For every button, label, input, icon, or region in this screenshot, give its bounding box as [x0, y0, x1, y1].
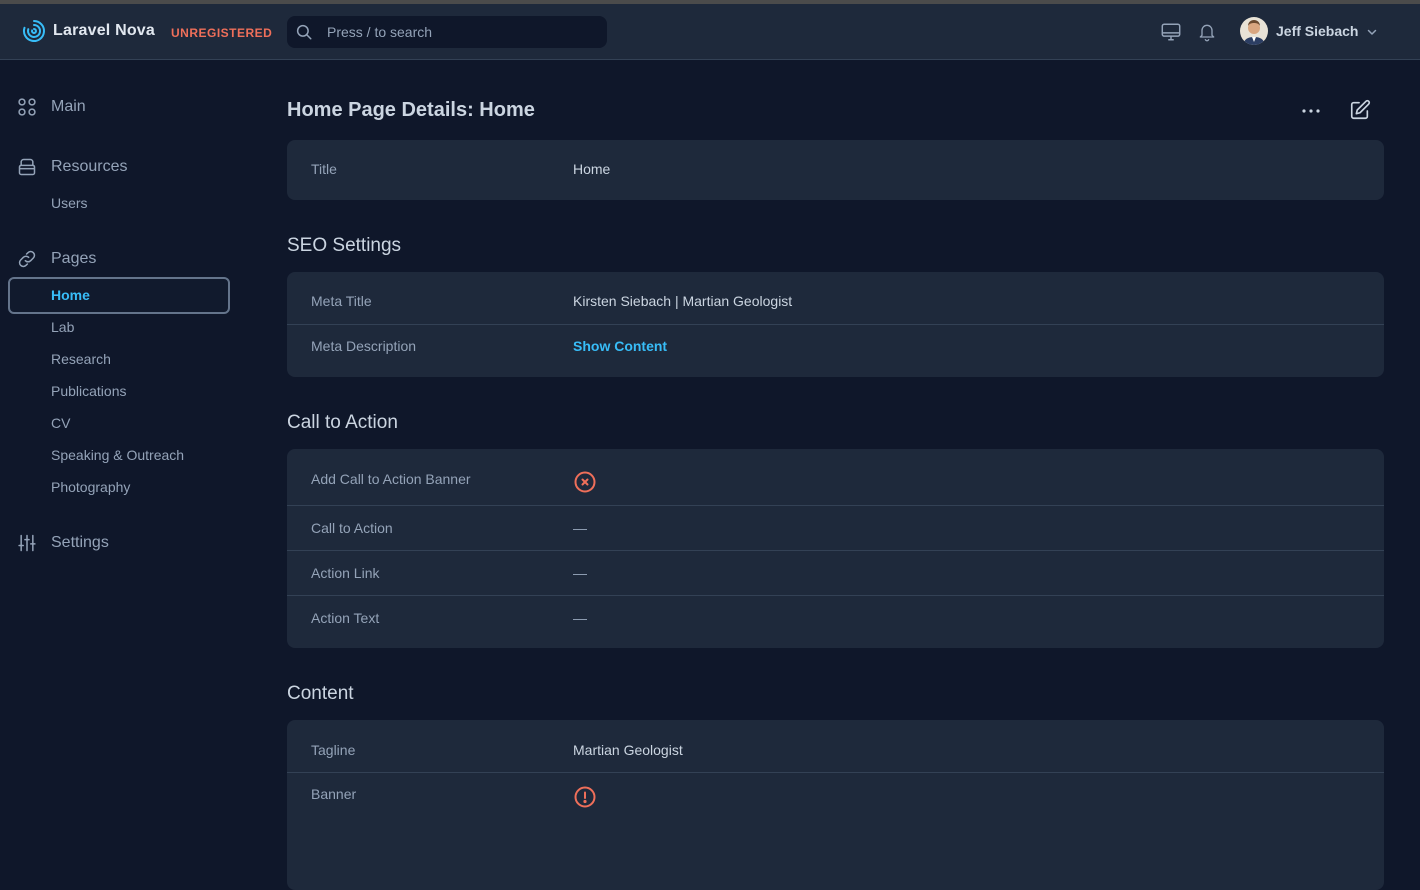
- edit-button[interactable]: [1349, 99, 1371, 126]
- sidebar-section-main[interactable]: Main: [17, 97, 86, 117]
- user-menu[interactable]: Jeff Siebach: [1240, 17, 1378, 45]
- sidebar-item-lab[interactable]: Lab: [51, 319, 74, 335]
- sidebar-section-pages[interactable]: Pages: [17, 249, 96, 269]
- content-panel: Tagline Martian Geologist Banner: [287, 720, 1384, 890]
- field-label: Title: [311, 161, 337, 177]
- field-label: Banner: [311, 786, 357, 802]
- sidebar-item-photography[interactable]: Photography: [51, 479, 130, 495]
- details-panel: Title Home: [287, 140, 1384, 200]
- app-logo[interactable]: Laravel Nova: [22, 19, 155, 43]
- sidebar-section-settings[interactable]: Settings: [17, 533, 109, 553]
- sidebar-item-publications[interactable]: Publications: [51, 383, 127, 399]
- field-value: [573, 470, 597, 497]
- seo-panel: Meta Title Kirsten Siebach | Martian Geo…: [287, 272, 1384, 377]
- field-label: Meta Description: [311, 338, 417, 354]
- field-label: Tagline: [311, 742, 356, 758]
- sidebar: Main Resources Users Pages Home Lab Rese…: [0, 61, 260, 829]
- field-value: —: [573, 610, 587, 626]
- x-circle-icon: [574, 471, 596, 493]
- app-name: Laravel Nova: [53, 22, 156, 39]
- archive-icon: [18, 158, 36, 176]
- field-value: —: [573, 565, 587, 581]
- field-label: Action Link: [311, 565, 380, 581]
- detail-row-meta-description: Meta Description Show Content: [287, 325, 1384, 377]
- detail-row-action-link: Action Link —: [287, 551, 1384, 595]
- sidebar-item-speaking-outreach[interactable]: Speaking & Outreach: [51, 447, 184, 463]
- detail-row-title: Title Home: [287, 140, 1384, 200]
- detail-row-tagline: Tagline Martian Geologist: [287, 720, 1384, 772]
- detail-row-meta-title: Meta Title Kirsten Siebach | Martian Geo…: [287, 272, 1384, 324]
- sidebar-section-resources[interactable]: Resources: [17, 157, 127, 177]
- cta-panel: Add Call to Action Banner Call to Action…: [287, 449, 1384, 648]
- more-icon: [1302, 109, 1320, 113]
- avatar: [1240, 17, 1268, 45]
- sidebar-item-users[interactable]: Users: [51, 195, 88, 211]
- link-icon: [18, 250, 36, 268]
- field-label: Meta Title: [311, 293, 372, 309]
- field-label: Add Call to Action Banner: [311, 471, 471, 487]
- field-value: Kirsten Siebach | Martian Geologist: [573, 293, 793, 309]
- sidebar-section-label: Settings: [51, 534, 109, 551]
- top-bar: Laravel Nova UNREGISTERED Press / to sea…: [0, 4, 1420, 60]
- sidebar-item-home[interactable]: Home: [51, 287, 90, 303]
- monitor-button[interactable]: [1160, 21, 1182, 48]
- detail-row-call-to-action: Call to Action —: [287, 506, 1384, 550]
- grid-icon: [18, 98, 36, 116]
- more-actions-button[interactable]: [1299, 99, 1323, 128]
- user-name: Jeff Siebach: [1276, 23, 1359, 39]
- section-heading-seo: SEO Settings: [287, 235, 402, 256]
- sidebar-section-label: Main: [51, 98, 86, 115]
- detail-row-banner: Banner: [287, 773, 1384, 833]
- field-label: Action Text: [311, 610, 380, 626]
- field-value: [573, 785, 597, 812]
- bell-icon: [1199, 24, 1215, 42]
- sidebar-active-highlight: [8, 277, 230, 314]
- monitor-icon: [1161, 23, 1181, 41]
- alert-circle-icon: [574, 786, 596, 808]
- section-heading-content: Content: [287, 683, 354, 704]
- search-box[interactable]: Press / to search: [287, 16, 607, 48]
- chevron-down-icon: [1368, 29, 1377, 35]
- search-placeholder: Press / to search: [327, 24, 433, 40]
- sidebar-section-label: Pages: [51, 250, 97, 267]
- edit-icon: [1350, 99, 1371, 120]
- field-label: Call to Action: [311, 520, 393, 536]
- field-value: —: [573, 520, 587, 536]
- page-title: Home Page Details: Home: [287, 99, 535, 121]
- section-heading-cta: Call to Action: [287, 412, 398, 433]
- search-icon: [296, 24, 312, 40]
- show-content-link[interactable]: Show Content: [573, 338, 667, 354]
- field-value: Martian Geologist: [573, 742, 683, 758]
- sidebar-item-research[interactable]: Research: [51, 351, 111, 367]
- nova-logo-icon: [23, 20, 45, 42]
- sidebar-section-label: Resources: [51, 158, 128, 175]
- sliders-icon: [18, 534, 36, 552]
- detail-row-add-cta-banner: Add Call to Action Banner: [287, 449, 1384, 505]
- sidebar-item-cv[interactable]: CV: [51, 415, 70, 431]
- detail-row-action-text: Action Text —: [287, 596, 1384, 648]
- notifications-button[interactable]: [1197, 21, 1217, 48]
- license-badge: UNREGISTERED: [171, 26, 273, 40]
- field-value: Home: [573, 161, 611, 177]
